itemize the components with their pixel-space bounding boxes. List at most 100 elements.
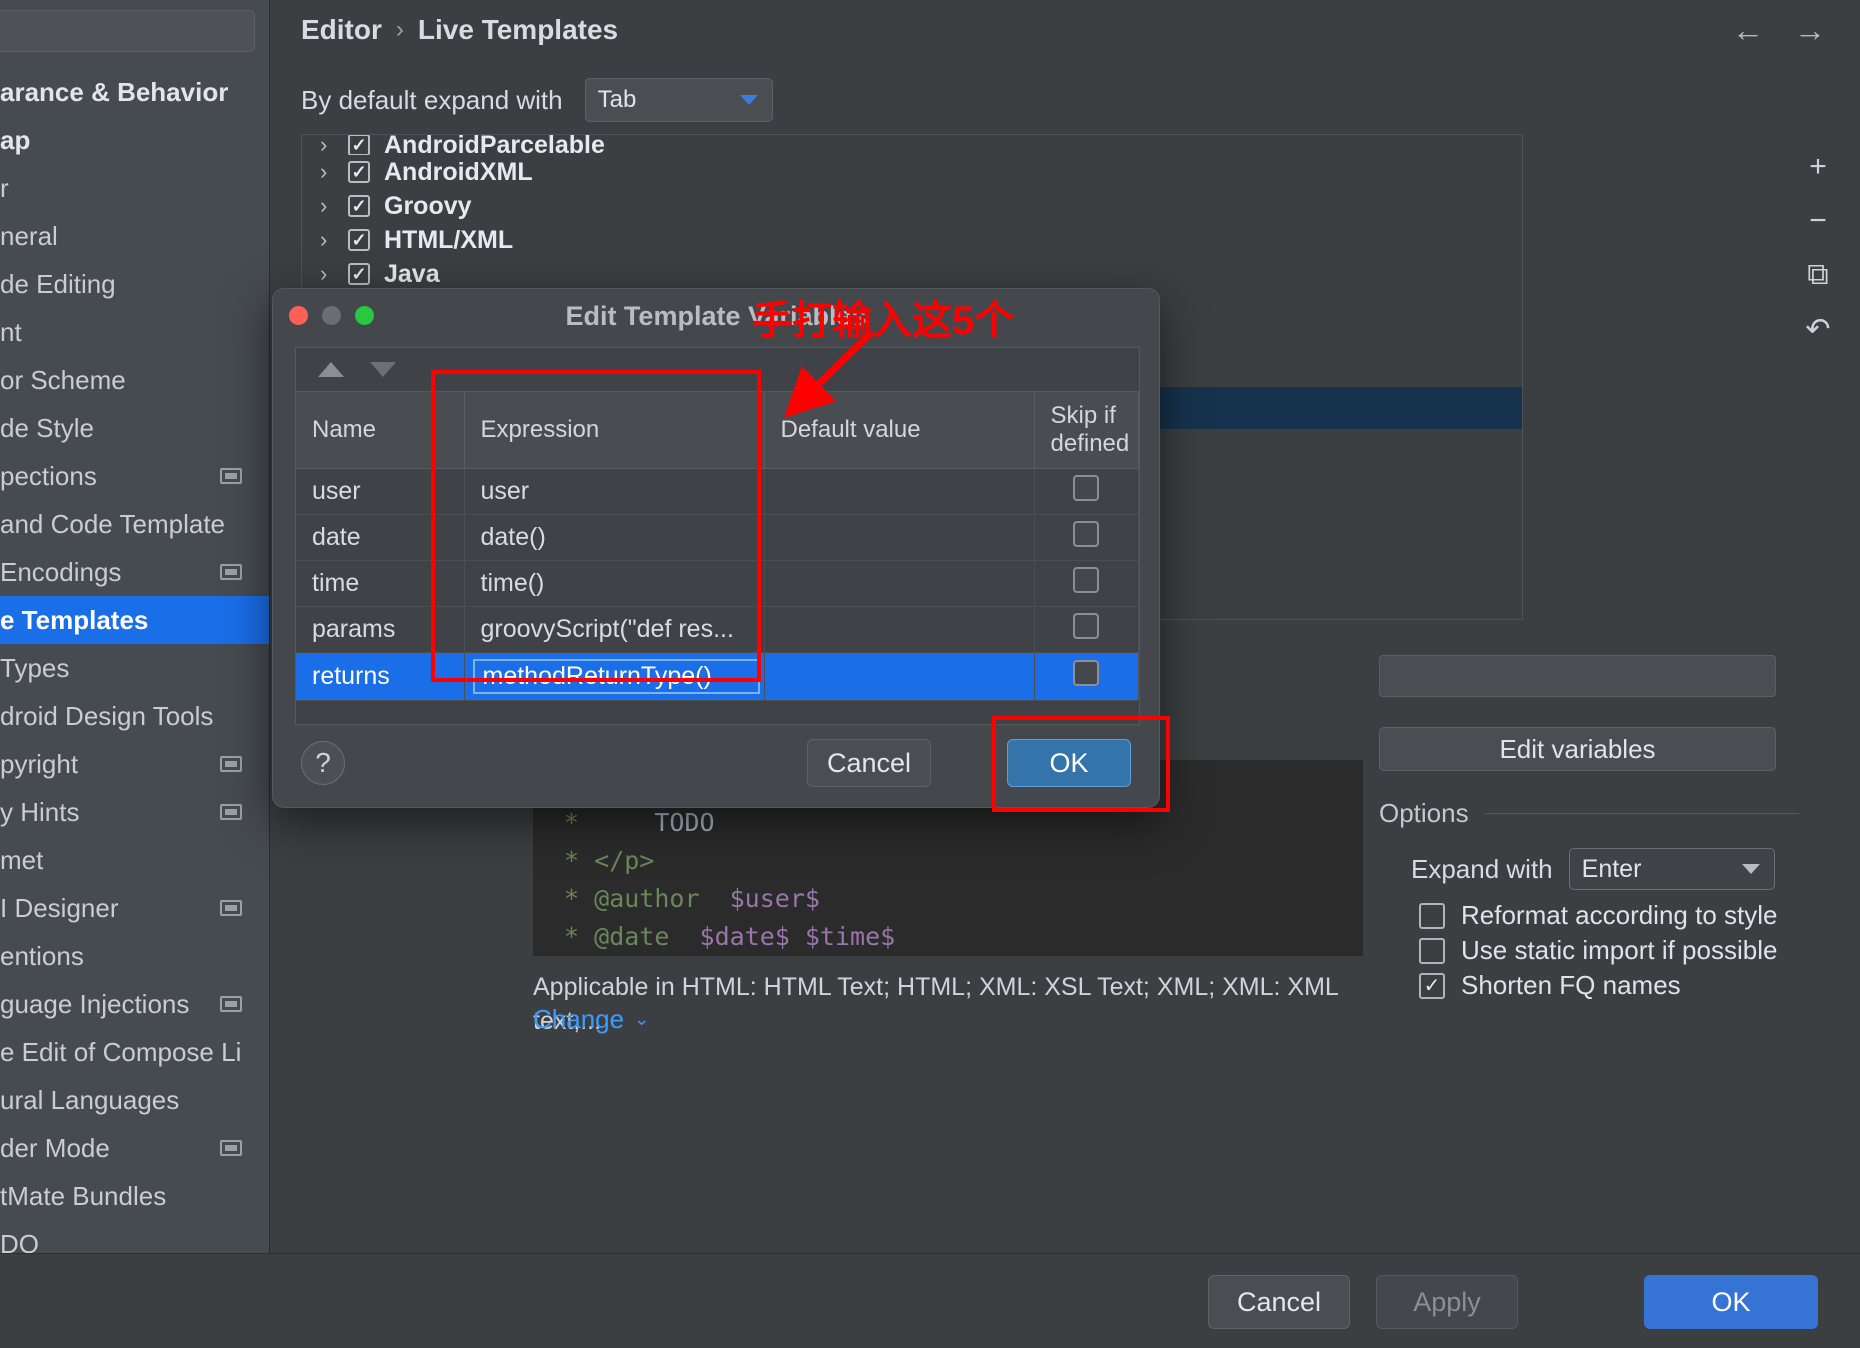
tree-row-2[interactable]: › ✓ Groovy	[302, 189, 1522, 223]
sidebar-item-18[interactable]: entions	[0, 932, 269, 980]
settings-search-input[interactable]	[0, 10, 255, 52]
tree-row-4[interactable]: › ✓ Java	[302, 257, 1522, 291]
cancel-button[interactable]: Cancel	[1208, 1275, 1350, 1329]
skip-if-defined-checkbox[interactable]	[1073, 613, 1100, 639]
cell-expression[interactable]: user	[464, 468, 765, 515]
sidebar-item-24[interactable]: DO	[0, 1220, 269, 1253]
skip-if-defined-checkbox[interactable]	[1073, 475, 1100, 501]
edit-variables-button[interactable]: Edit variables	[1379, 727, 1776, 771]
sidebar-item-1[interactable]: ap	[0, 116, 269, 164]
cell-name[interactable]: params	[296, 606, 465, 653]
cell-expression[interactable]: date()	[464, 514, 765, 561]
sidebar-item-2[interactable]: r	[0, 164, 269, 212]
move-up-icon[interactable]	[318, 362, 344, 377]
tree-row-checkbox[interactable]: ✓	[348, 263, 370, 285]
sidebar-item-21[interactable]: ural Languages	[0, 1076, 269, 1124]
table-row[interactable]: date date()	[296, 514, 1139, 561]
change-link[interactable]: Change ⌄	[533, 1004, 649, 1035]
back-arrow-icon[interactable]: ←	[1732, 14, 1764, 46]
tree-row-1[interactable]: › ✓ AndroidXML	[302, 155, 1522, 189]
table-row[interactable]: params groovyScript("def res...	[296, 606, 1139, 653]
skip-if-defined-checkbox[interactable]	[1073, 567, 1100, 593]
sidebar-item-4[interactable]: de Editing	[0, 260, 269, 308]
sidebar-item-3[interactable]: neral	[0, 212, 269, 260]
cell-default-value[interactable]	[764, 514, 1035, 561]
sidebar-item-8[interactable]: pections	[0, 452, 269, 500]
move-down-icon[interactable]	[370, 362, 396, 377]
default-expand-select[interactable]: Tab	[584, 78, 773, 122]
tree-row-checkbox[interactable]: ✓	[348, 229, 370, 251]
sidebar-item-16[interactable]: met	[0, 836, 269, 884]
chevron-right-icon[interactable]: ›	[320, 227, 334, 253]
cell-expression[interactable]: groovyScript("def res...	[464, 606, 765, 653]
option-shorten-fq-row[interactable]: ✓ Shorten FQ names	[1419, 970, 1681, 1001]
dialog-cancel-button[interactable]: Cancel	[807, 739, 931, 787]
expand-with-select[interactable]: Enter	[1568, 848, 1775, 890]
option-reformat-row[interactable]: Reformat according to style	[1419, 900, 1777, 931]
column-header-name[interactable]: Name	[296, 392, 465, 469]
reformat-checkbox[interactable]	[1419, 902, 1445, 929]
column-header-expression[interactable]: Expression	[464, 392, 765, 469]
cell-skip-if-defined[interactable]	[1034, 468, 1139, 515]
sidebar-item-13[interactable]: droid Design Tools	[0, 692, 269, 740]
column-header-skip-if-defined[interactable]: Skip if defined	[1034, 392, 1139, 469]
sidebar-item-5[interactable]: nt	[0, 308, 269, 356]
tree-row-checkbox[interactable]: ✓	[348, 135, 370, 155]
tree-row-0[interactable]: › ✓ AndroidParcelable	[302, 135, 1522, 155]
cell-name[interactable]: time	[296, 560, 465, 607]
cell-default-value[interactable]	[764, 652, 1035, 701]
description-field[interactable]	[1379, 655, 1776, 697]
dialog-ok-button[interactable]: OK	[1007, 739, 1131, 787]
cell-skip-if-defined[interactable]	[1034, 560, 1139, 607]
cell-name[interactable]: user	[296, 468, 465, 515]
sidebar-item-14[interactable]: pyright	[0, 740, 269, 788]
sidebar-item-6[interactable]: or Scheme	[0, 356, 269, 404]
tree-row-3[interactable]: › ✓ HTML/XML	[302, 223, 1522, 257]
static-import-checkbox[interactable]	[1419, 937, 1445, 964]
cell-default-value[interactable]	[764, 560, 1035, 607]
remove-template-button[interactable]: −	[1788, 194, 1848, 248]
sidebar-item-20[interactable]: e Edit of Compose Li	[0, 1028, 269, 1076]
cell-skip-if-defined[interactable]	[1034, 514, 1139, 561]
expression-cell-editor[interactable]: methodReturnType()	[472, 659, 760, 694]
help-button[interactable]: ?	[301, 741, 345, 785]
tree-row-checkbox[interactable]: ✓	[348, 195, 370, 217]
forward-arrow-icon[interactable]: →	[1794, 14, 1826, 46]
sidebar-item-0[interactable]: arance & Behavior	[0, 68, 269, 116]
skip-if-defined-checkbox[interactable]	[1073, 521, 1100, 547]
ok-button[interactable]: OK	[1644, 1275, 1818, 1329]
apply-button[interactable]: Apply	[1376, 1275, 1518, 1329]
cell-default-value[interactable]	[764, 468, 1035, 515]
table-row[interactable]: time time()	[296, 560, 1139, 607]
tree-row-checkbox[interactable]: ✓	[348, 161, 370, 183]
sidebar-item-11[interactable]: e Templates	[0, 596, 269, 644]
cell-expression[interactable]: time()	[464, 560, 765, 607]
sidebar-item-22[interactable]: der Mode	[0, 1124, 269, 1172]
cell-expression[interactable]: methodReturnType()	[464, 652, 765, 701]
cell-name[interactable]: returns	[296, 652, 465, 701]
sidebar-item-9[interactable]: and Code Template	[0, 500, 269, 548]
skip-if-defined-checkbox[interactable]	[1073, 660, 1100, 686]
revert-template-button[interactable]: ↶	[1788, 302, 1848, 356]
table-row[interactable]: returns methodReturnType()	[296, 652, 1139, 701]
shorten-fq-checkbox[interactable]: ✓	[1419, 972, 1445, 999]
add-template-button[interactable]: +	[1788, 140, 1848, 194]
sidebar-item-19[interactable]: guage Injections	[0, 980, 269, 1028]
cell-skip-if-defined[interactable]	[1034, 652, 1139, 701]
chevron-right-icon[interactable]: ›	[320, 159, 334, 185]
chevron-right-icon[interactable]: ›	[320, 261, 334, 287]
cell-skip-if-defined[interactable]	[1034, 606, 1139, 653]
column-header-default-value[interactable]: Default value	[764, 392, 1035, 469]
sidebar-item-23[interactable]: tMate Bundles	[0, 1172, 269, 1220]
sidebar-item-7[interactable]: de Style	[0, 404, 269, 452]
sidebar-item-10[interactable]: Encodings	[0, 548, 269, 596]
cell-default-value[interactable]	[764, 606, 1035, 653]
option-static-import-row[interactable]: Use static import if possible	[1419, 935, 1777, 966]
duplicate-template-button[interactable]: ⧉	[1788, 248, 1848, 302]
sidebar-item-12[interactable]: Types	[0, 644, 269, 692]
cell-name[interactable]: date	[296, 514, 465, 561]
sidebar-item-17[interactable]: I Designer	[0, 884, 269, 932]
sidebar-item-15[interactable]: y Hints	[0, 788, 269, 836]
chevron-right-icon[interactable]: ›	[320, 193, 334, 219]
breadcrumb-parent[interactable]: Editor	[301, 14, 382, 46]
